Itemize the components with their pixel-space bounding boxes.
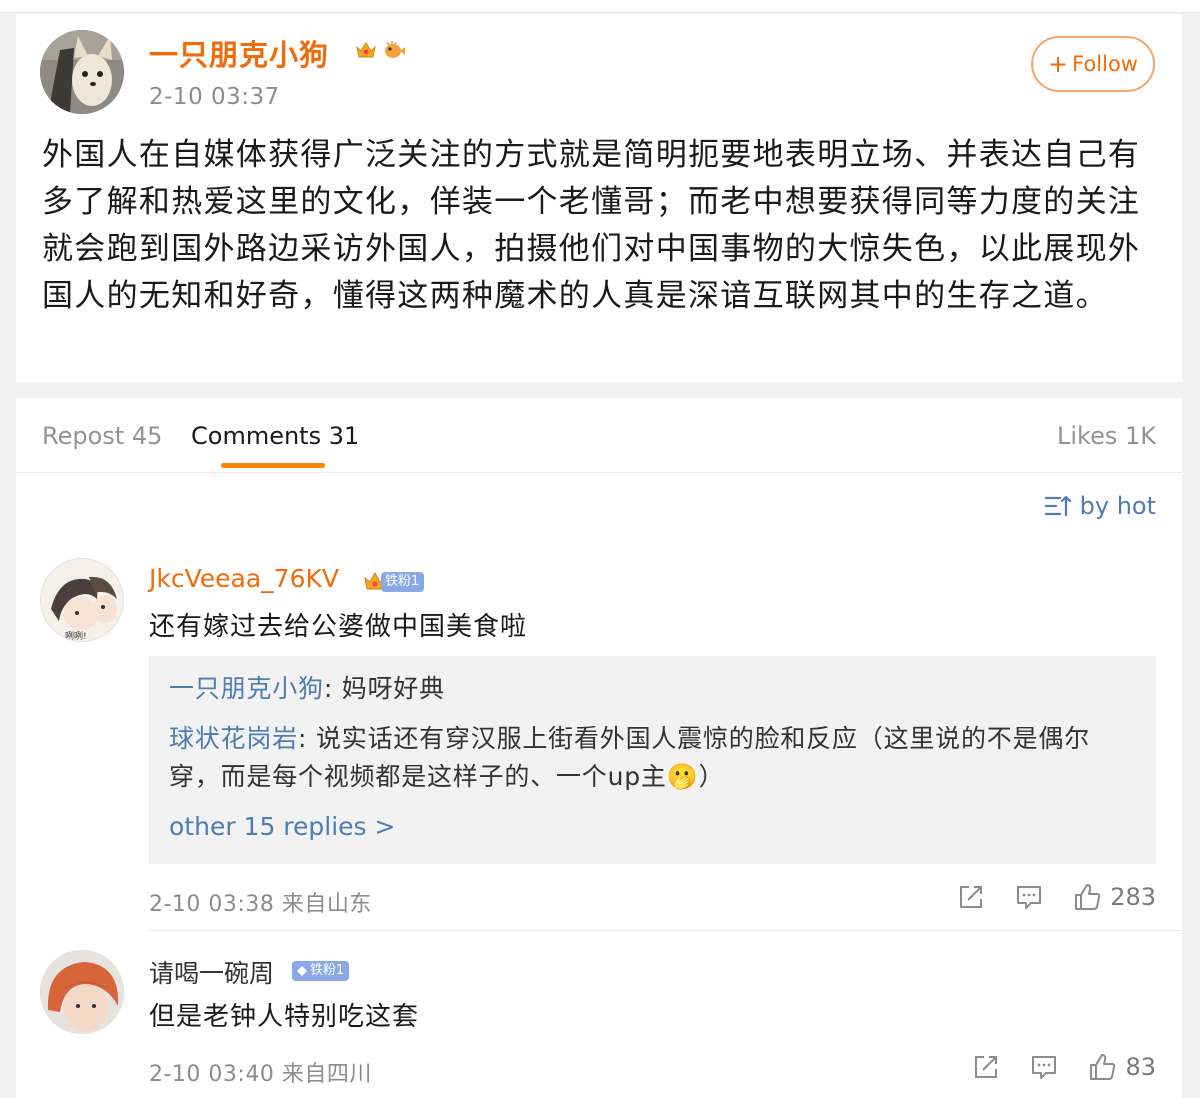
commenter-avatar[interactable]	[40, 950, 124, 1034]
author-avatar[interactable]	[40, 30, 124, 114]
reply-item[interactable]: 球状花岗岩: 说实话还有穿汉服上街看外国人震惊的脸和反应（这里说的不是偶尔穿，而…	[169, 720, 1139, 796]
comment-actions: 83	[943, 1052, 1156, 1082]
comment-meta: 2-10 03:40 来自四川	[149, 1056, 372, 1088]
reply-author[interactable]: 球状花岗岩	[169, 724, 298, 753]
follow-label: Follow	[1072, 52, 1138, 76]
top-edge	[0, 0, 1200, 13]
tab-likes[interactable]: Likes 1K	[1057, 422, 1156, 450]
like-count: 283	[1110, 883, 1156, 911]
comment-location: 来自山东	[281, 892, 372, 917]
thumbs-up-icon[interactable]	[1087, 1052, 1117, 1082]
sort-button[interactable]: by hot	[1044, 492, 1156, 520]
crown-icon	[354, 38, 378, 62]
like-count: 83	[1125, 1053, 1156, 1081]
comment-text: 但是老钟人特别吃这套	[149, 1002, 420, 1032]
tab-comments[interactable]: Comments 31	[191, 422, 359, 450]
thumbs-up-icon[interactable]	[1072, 882, 1102, 912]
replies-box[interactable]: 一只朋克小狗: 妈呀好典 球状花岗岩: 说实话还有穿汉服上街看外国人震惊的脸和反…	[149, 656, 1156, 864]
fan-badge-label: 铁粉1	[385, 574, 420, 589]
share-icon[interactable]	[971, 1052, 1001, 1082]
comment-meta: 2-10 03:38 来自山东	[149, 886, 372, 918]
comment-actions: 283	[928, 882, 1156, 912]
fan-badge-label: 铁粉1	[310, 963, 345, 978]
comment-time: 2-10 03:40	[149, 1062, 275, 1087]
commenter-avatar[interactable]: 咧咧!	[40, 558, 124, 642]
sort-label: by hot	[1079, 492, 1156, 520]
plus-icon: +	[1048, 50, 1069, 78]
comment-location: 来自四川	[281, 1062, 372, 1087]
author-name[interactable]: 一只朋克小狗	[149, 32, 329, 74]
reply-text: : 说实话还有穿汉服上街看外国人震惊的脸和反应（这里说的不是偶尔穿，而是每个视频…	[169, 724, 1090, 791]
diamond-icon	[297, 966, 307, 976]
commenter-name[interactable]: 请喝一碗周	[149, 954, 274, 990]
commenter-name[interactable]: JkcVeeaa_76KV	[149, 564, 339, 593]
comment-text: 还有嫁过去给公婆做中国美食啦	[149, 612, 528, 642]
comment-divider	[149, 930, 1182, 931]
comments-card: Repost 45 Comments 31 Likes 1K by hot 咧咧…	[16, 398, 1182, 1098]
tabs-divider	[16, 472, 1182, 473]
post-card: 一只朋克小狗 2-10 03:37 + Follow 外国人在自媒体获得广泛关注…	[16, 14, 1182, 382]
reply-author[interactable]: 一只朋克小狗	[169, 674, 324, 703]
author-badges	[354, 38, 406, 62]
pufferfish-icon	[382, 38, 406, 62]
sort-icon	[1044, 495, 1071, 517]
comment-time: 2-10 03:38	[149, 892, 275, 917]
share-icon[interactable]	[956, 882, 986, 912]
more-replies-link[interactable]: other 15 replies >	[169, 812, 395, 841]
tab-repost[interactable]: Repost 45	[42, 422, 162, 450]
comment-icon[interactable]	[1029, 1052, 1059, 1082]
active-tab-indicator	[221, 463, 325, 468]
comment-icon[interactable]	[1014, 882, 1044, 912]
fan-badge: 铁粉1	[381, 572, 425, 592]
post-timestamp: 2-10 03:37	[149, 84, 280, 110]
follow-button[interactable]: + Follow	[1031, 36, 1155, 92]
avatar-caption: 咧咧!	[65, 630, 87, 642]
post-body: 外国人在自媒体获得广泛关注的方式就是简明扼要地表明立场、并表达自己有多了解和热爱…	[42, 137, 1141, 314]
reply-item[interactable]: 一只朋克小狗: 妈呀好典	[169, 670, 445, 708]
fan-badge: 铁粉1	[292, 961, 350, 981]
reply-text: : 妈呀好典	[323, 674, 445, 703]
